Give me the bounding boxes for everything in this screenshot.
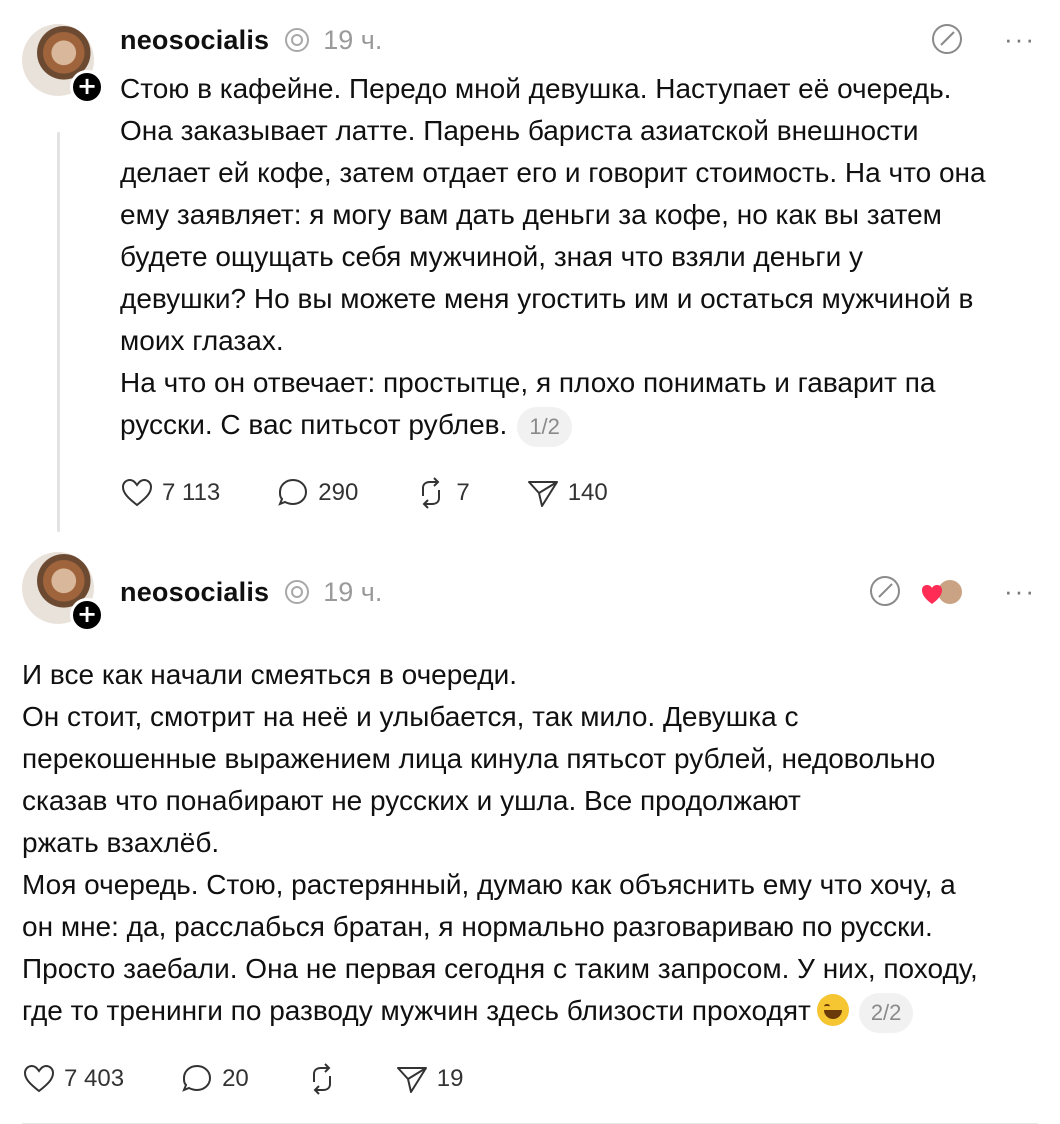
verified-threads-icon — [285, 580, 310, 604]
post-time: 19 ч. — [323, 24, 383, 55]
like-count: 7 403 — [64, 1065, 125, 1092]
repost-count: 7 — [456, 479, 470, 506]
avatar[interactable]: + — [22, 24, 104, 104]
send-plane-icon — [396, 1067, 427, 1093]
verified-threads-icon — [285, 28, 310, 52]
username[interactable]: neosocialis — [120, 577, 269, 608]
heart-icon — [121, 478, 153, 507]
heart-reaction-icon — [922, 585, 942, 604]
heart-icon — [23, 1064, 55, 1093]
page-badge: 1/2 — [517, 406, 572, 447]
post-text: Стою в кафейне. Передо мной девушка. Нас… — [120, 68, 1050, 447]
more-dots-icon[interactable]: ··· — [1004, 24, 1036, 55]
post-actions: 7 403 20 19 — [22, 1062, 519, 1096]
laughing-tears-emoji — [816, 994, 849, 1026]
like-button[interactable]: 7 113 — [120, 476, 220, 510]
post-actions: 7 113 290 7 140 — [120, 476, 664, 510]
like-button[interactable]: 7 403 — [22, 1062, 124, 1096]
repost-button[interactable]: 7 — [414, 476, 470, 510]
comment-count: 290 — [318, 479, 359, 506]
thread-line — [57, 132, 60, 532]
more-dots-icon[interactable]: ··· — [1004, 576, 1036, 607]
username[interactable]: neosocialis — [120, 25, 269, 56]
send-plane-icon — [527, 481, 558, 507]
comment-bubble-icon — [182, 1064, 212, 1092]
comment-bubble-icon — [278, 478, 308, 506]
comment-button[interactable]: 290 — [276, 476, 358, 510]
share-count: 19 — [436, 1065, 464, 1092]
post-header: neosocialis 19 ч. — [120, 574, 382, 610]
edit-pencil-icon[interactable] — [868, 574, 902, 608]
follow-plus-icon[interactable]: + — [70, 70, 104, 104]
share-count: 140 — [567, 479, 608, 506]
reactor-avatars[interactable] — [920, 576, 964, 608]
post-text-content: Стою в кафейне. Передо мной девушка. Нас… — [120, 73, 986, 440]
repost-arrows-icon — [422, 477, 441, 509]
avatar[interactable]: + — [22, 552, 104, 632]
share-button[interactable]: 19 — [395, 1062, 464, 1096]
comment-button[interactable]: 20 — [180, 1062, 249, 1096]
post-text-content: И все как начали смеяться в очереди. Он … — [22, 659, 978, 1026]
post-header: neosocialis 19 ч. — [120, 22, 382, 58]
repost-arrows-icon — [312, 1063, 331, 1095]
edit-pencil-icon[interactable] — [930, 22, 964, 56]
post-2: + neosocialis 19 ч. ··· И все как начали… — [0, 540, 1060, 1124]
repost-button[interactable] — [305, 1062, 339, 1096]
like-count: 7 113 — [162, 479, 221, 506]
post-text: И все как начали смеяться в очереди. Он … — [22, 654, 1052, 1033]
comment-count: 20 — [222, 1065, 249, 1092]
post-time: 19 ч. — [323, 576, 383, 607]
page-badge: 2/2 — [858, 992, 914, 1033]
share-button[interactable]: 140 — [526, 476, 608, 510]
post-1: + neosocialis 19 ч. ··· Стою в кафейне. … — [0, 0, 1060, 540]
follow-plus-icon[interactable]: + — [70, 598, 104, 632]
